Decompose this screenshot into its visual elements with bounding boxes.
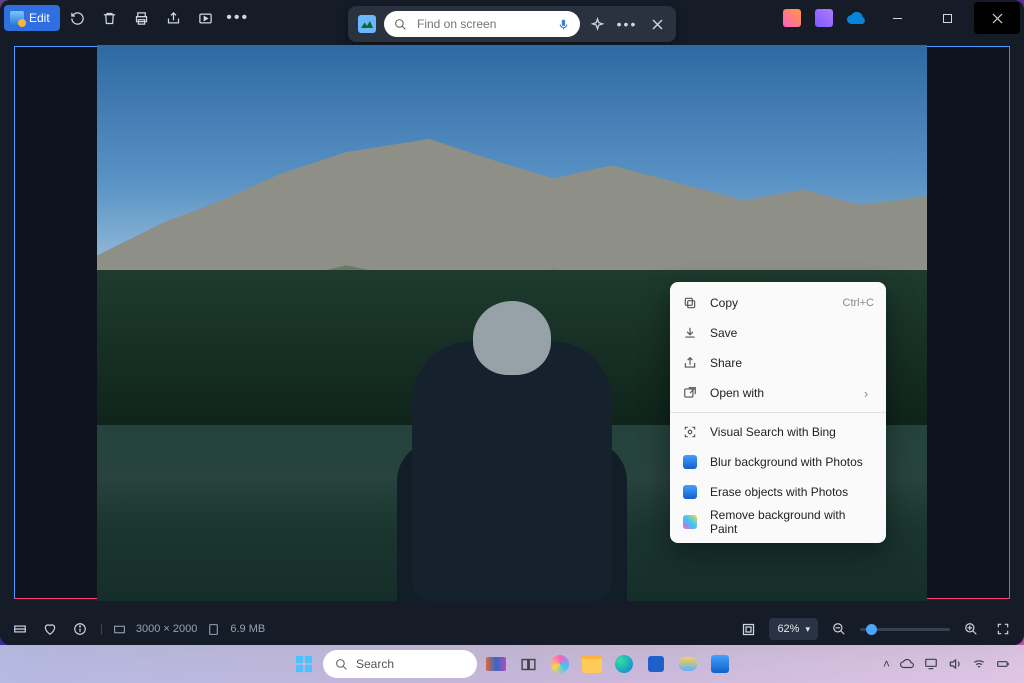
- context-menu-separator: [670, 412, 886, 413]
- context-menu-copy[interactable]: Copy Ctrl+C: [670, 288, 886, 318]
- zoom-level-dropdown[interactable]: 62% ▾: [769, 618, 818, 640]
- find-on-screen-bar: •••: [348, 6, 676, 42]
- tray-onedrive-icon[interactable]: [900, 657, 914, 671]
- context-menu-label: Share: [710, 356, 874, 370]
- search-icon: [335, 658, 348, 671]
- visual-search-icon: [682, 424, 698, 440]
- zoom-level-value: 62%: [777, 623, 799, 635]
- copy-icon: [682, 295, 698, 311]
- context-menu-label: Save: [710, 326, 874, 340]
- edit-button[interactable]: Edit: [4, 5, 60, 31]
- close-button[interactable]: [974, 2, 1020, 34]
- context-menu: Copy Ctrl+C Save Share Open with › Visua…: [670, 282, 886, 543]
- tray-chevron-icon[interactable]: ˄: [883, 657, 890, 671]
- context-menu-save[interactable]: Save: [670, 318, 886, 348]
- taskbar-search-label: Search: [356, 657, 394, 671]
- delete-button[interactable]: [96, 4, 124, 32]
- context-menu-label: Open with: [710, 386, 846, 400]
- dimensions-icon: [113, 623, 126, 636]
- context-menu-share[interactable]: Share: [670, 348, 886, 378]
- mic-icon[interactable]: [557, 18, 570, 31]
- close-find-bar-button[interactable]: [644, 11, 670, 37]
- taskbar-news-icon[interactable]: [483, 651, 509, 677]
- zoom-slider-thumb[interactable]: [866, 624, 877, 635]
- taskbar-weather-icon[interactable]: [675, 651, 701, 677]
- minimize-button[interactable]: [874, 2, 920, 34]
- more-icon[interactable]: •••: [614, 11, 640, 37]
- edit-image-icon: [10, 11, 24, 25]
- onedrive-icon[interactable]: [842, 4, 870, 32]
- info-button[interactable]: [70, 619, 90, 639]
- save-icon: [682, 325, 698, 341]
- windows-taskbar: Search ˄: [0, 645, 1024, 683]
- taskbar-copilot-icon[interactable]: [547, 651, 573, 677]
- photos-app-icon: [682, 484, 698, 500]
- context-menu-label: Copy: [710, 296, 831, 310]
- taskbar-store-icon[interactable]: [643, 651, 669, 677]
- taskbar-edge-icon[interactable]: [611, 651, 637, 677]
- context-menu-shortcut: Ctrl+C: [843, 297, 874, 309]
- photos-app-icon: [682, 454, 698, 470]
- share-icon: [682, 355, 698, 371]
- filmstrip-toggle-button[interactable]: [10, 619, 30, 639]
- clipchamp-icon[interactable]: [778, 4, 806, 32]
- chevron-right-icon: ›: [858, 385, 874, 401]
- slideshow-button[interactable]: [192, 4, 220, 32]
- taskbar-photos-icon[interactable]: [707, 651, 733, 677]
- start-button[interactable]: [291, 651, 317, 677]
- open-with-icon: [682, 385, 698, 401]
- maximize-button[interactable]: [924, 2, 970, 34]
- edit-button-label: Edit: [29, 11, 50, 25]
- more-button[interactable]: •••: [224, 4, 252, 32]
- tray-network-icon[interactable]: [924, 657, 938, 671]
- taskbar-center: Search: [291, 650, 733, 678]
- taskbar-search[interactable]: Search: [323, 650, 477, 678]
- zoom-slider[interactable]: [860, 628, 950, 631]
- context-menu-visual-search[interactable]: Visual Search with Bing: [670, 417, 886, 447]
- actual-size-button[interactable]: [737, 618, 759, 640]
- designer-icon[interactable]: [810, 4, 838, 32]
- tray-wifi-icon[interactable]: [972, 657, 986, 671]
- share-button[interactable]: [160, 4, 188, 32]
- context-menu-label: Erase objects with Photos: [710, 485, 874, 499]
- tray-volume-icon[interactable]: [948, 657, 962, 671]
- context-menu-label: Visual Search with Bing: [710, 425, 874, 439]
- context-menu-label: Remove background with Paint: [710, 508, 874, 536]
- photos-app-window: Edit •••: [0, 0, 1024, 645]
- context-menu-open-with[interactable]: Open with ›: [670, 378, 886, 408]
- image-filesize: 6.9 MB: [230, 623, 265, 635]
- rotate-button[interactable]: [64, 4, 92, 32]
- fullscreen-button[interactable]: [992, 618, 1014, 640]
- status-bar: | 3000 × 2000 6.9 MB 62% ▾: [0, 613, 1024, 645]
- taskbar-explorer-icon[interactable]: [579, 651, 605, 677]
- copilot-icon[interactable]: [584, 11, 610, 37]
- favorite-button[interactable]: [40, 619, 60, 639]
- context-menu-erase-objects[interactable]: Erase objects with Photos: [670, 477, 886, 507]
- chevron-down-icon: ▾: [805, 624, 810, 635]
- system-tray: ˄: [883, 657, 1016, 671]
- filesize-icon: [207, 623, 220, 636]
- screen-snip-icon[interactable]: [354, 11, 380, 37]
- context-menu-remove-background[interactable]: Remove background with Paint: [670, 507, 886, 537]
- taskbar-taskview-icon[interactable]: [515, 651, 541, 677]
- paint-app-icon: [682, 514, 698, 530]
- tray-battery-icon[interactable]: [996, 657, 1010, 671]
- find-on-screen-search[interactable]: [384, 11, 580, 37]
- image-dimensions: 3000 × 2000: [136, 623, 197, 635]
- find-on-screen-input[interactable]: [415, 16, 549, 32]
- context-menu-label: Blur background with Photos: [710, 455, 874, 469]
- search-icon: [394, 18, 407, 31]
- zoom-out-button[interactable]: [828, 618, 850, 640]
- context-menu-blur-background[interactable]: Blur background with Photos: [670, 447, 886, 477]
- print-button[interactable]: [128, 4, 156, 32]
- zoom-in-button[interactable]: [960, 618, 982, 640]
